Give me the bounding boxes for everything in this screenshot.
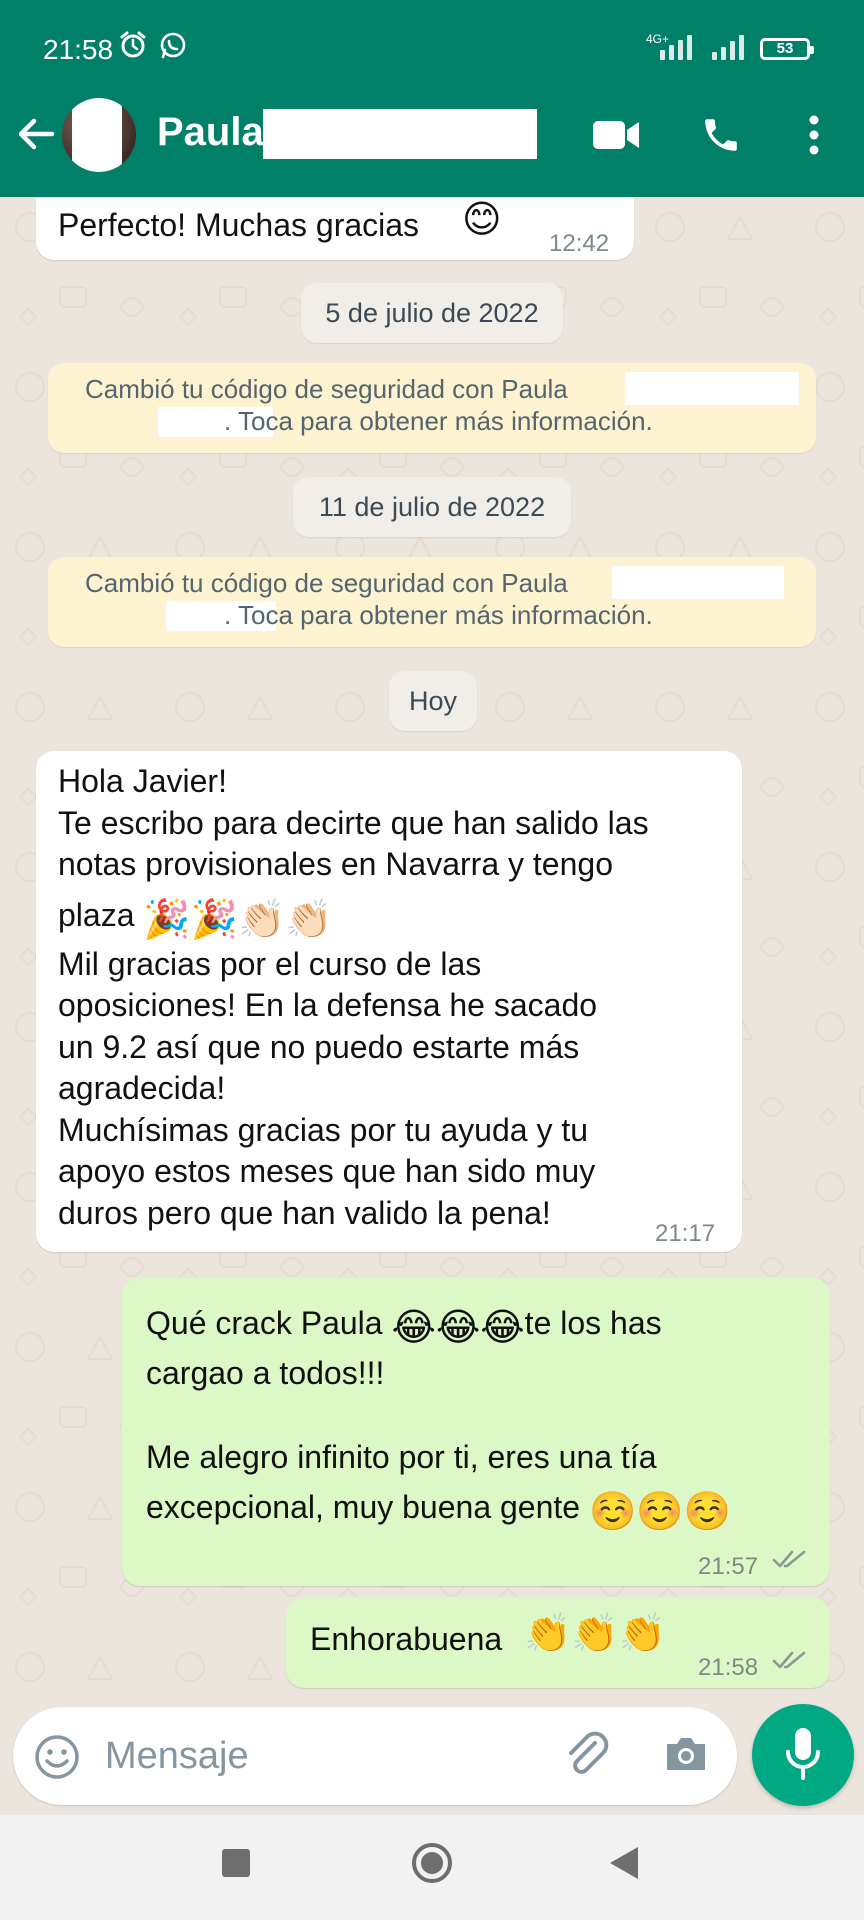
smiling-emojis: ☺️☺️☺️ [588,1491,731,1533]
delivered-ticks-icon [772,1550,806,1568]
message-line: Muchísimas gracias por tu ayuda y tu [58,1111,589,1148]
back-arrow-icon[interactable] [14,112,58,156]
security-code-notice[interactable]: Cambió tu código de seguridad con Paula … [48,363,816,453]
message-text: Perfecto! Muchas gracias [58,207,420,243]
laughing-emojis: 😂😂😂 [391,1307,525,1349]
status-bar: 21:58 4G+ 53 [0,0,864,96]
message-outgoing[interactable]: Qué crack Paula 😂😂😂te los has cargao a t… [122,1278,830,1586]
message-outgoing[interactable]: Enhorabuena 👏👏👏 21:58 [286,1597,830,1688]
message-line: un 9.2 así que no puedo estarte más [58,1028,580,1065]
message-line: duros pero que han valido la pena! [58,1194,551,1231]
message-incoming[interactable]: Hola Javier! Te escribo para decirte que… [36,751,742,1252]
message-line: cargao a todos!!! [146,1355,385,1391]
notice-text-line1: Cambió tu código de seguridad con Paula [85,374,568,404]
date-label: 11 de julio de 2022 [318,492,546,522]
alarm-icon [120,31,146,58]
emoji-icon[interactable] [33,1733,81,1781]
name-redaction [612,566,784,599]
chat-area[interactable]: Perfecto! Muchas gracias 😊 12:42 5 de ju… [0,197,864,1704]
contact-name[interactable]: Paula [157,110,264,155]
battery-icon: 53 [760,38,814,60]
more-vert-icon[interactable] [806,114,822,156]
date-label: Hoy [408,686,457,716]
battery-level: 53 [776,40,794,57]
notice-text-line2: . Toca para obtener más información. [224,600,653,630]
message-line: agradecida! [58,1070,226,1106]
message-line: plaza [58,896,135,933]
smile-emoji: 😊 [462,199,502,241]
date-separator: 11 de julio de 2022 [293,477,571,537]
message-line: oposiciones! En la defensa he sacado [58,987,598,1023]
recents-button[interactable] [222,1849,250,1877]
delivered-ticks-icon [772,1651,806,1669]
home-button[interactable] [410,1841,454,1885]
message-line: Hola Javier! [58,763,227,799]
date-label: 5 de julio de 2022 [325,298,539,328]
message-line: apoyo estos meses que han sido muy [58,1153,596,1189]
message-time: 21:17 [655,1220,716,1247]
voice-message-button[interactable] [752,1704,854,1806]
message-composer [13,1707,737,1805]
phone-icon[interactable] [700,114,742,156]
party-and-clap-emojis: 🎉🎉👏🏻👏🏻 [143,898,333,941]
message-text: Hola Javier! Te escribo para decirte que… [58,761,738,1234]
message-time: 12:42 [549,230,610,257]
whatsapp-notification-icon [160,32,186,59]
message-text-part: excepcional, muy buena gente [146,1489,581,1525]
signal-icon [660,30,692,60]
date-separator: Hoy [389,671,477,731]
message-line: notas provisionales en Navarra y tengo [58,846,613,882]
message-input[interactable] [105,1729,465,1783]
mic-icon [786,1728,820,1780]
chat-header: 21:58 4G+ 53 Paula [0,0,864,197]
message-line: Me alegro infinito por ti, eres una tía [146,1439,657,1475]
security-code-notice[interactable]: Cambió tu código de seguridad con Paula … [48,557,816,647]
android-navigation-bar [0,1815,864,1920]
avatar-redaction [72,98,122,172]
message-line: Te escribo para decirte que han salido l… [58,804,649,841]
video-call-icon[interactable] [592,118,640,152]
status-time: 21:58 [43,34,114,65]
date-separator: 5 de julio de 2022 [301,283,563,343]
message-text-part: Qué crack Paula [146,1305,383,1341]
notice-text-line2: . Toca para obtener más información. [224,406,653,436]
attach-icon[interactable] [565,1729,611,1783]
signal-icon-2 [712,30,744,60]
nav-back-button[interactable] [608,1845,640,1881]
message-text: Qué crack Paula 😂😂😂te los has cargao a t… [146,1298,826,1532]
name-redaction [263,109,537,159]
message-incoming[interactable]: Perfecto! Muchas gracias 😊 12:42 [36,197,634,260]
camera-icon[interactable] [663,1731,709,1777]
message-line: Mil gracias por el curso de las [58,945,482,982]
clap-emojis: 👏👏👏 [524,1613,666,1655]
notice-text-line1: Cambió tu código de seguridad con Paula [85,568,568,598]
avatar[interactable] [62,98,136,172]
message-time: 21:57 [698,1553,759,1580]
name-redaction [625,372,799,405]
message-text: Enhorabuena [310,1621,503,1657]
message-time: 21:58 [698,1654,759,1681]
message-text-part: te los has [524,1305,662,1341]
message-line-with-emoji: plaza 🎉🎉👏🏻👏🏻 [58,886,738,944]
